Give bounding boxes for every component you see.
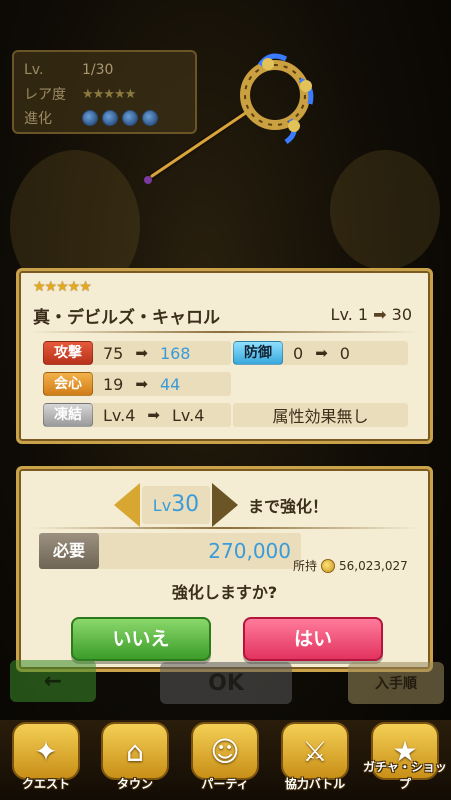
item-name: 真・デビルズ・キャロル [33,308,220,328]
nav-town-label: タウン [116,777,153,791]
party-icon: ☺ [191,722,259,780]
item-level-to: 30 [391,305,412,324]
nav-quest[interactable]: ✦ クエスト [4,722,88,798]
stat-defense-from: 0 [293,343,304,363]
attribute-effect-text: 属性効果無し [272,407,369,426]
stat-label-critical: 会心 [43,372,93,396]
nav-quest-label: クエスト [21,777,70,791]
arrow-right-icon: ➡ [315,344,328,362]
nav-coop-battle-label: 協力バトル [284,777,346,791]
stat-label-defense: 防御 [233,341,283,365]
nav-town[interactable]: ⌂ タウン [93,722,177,798]
evolution-orb-icon [122,110,138,126]
nav-coop-battle[interactable]: ⚔ 協力バトル [273,722,357,798]
item-level-change: Lv. 1 ➡ 30 [331,305,412,324]
target-level-prefix: Lv [152,496,172,515]
background-pillar [330,150,440,270]
stat-defense-to: 0 [339,343,350,363]
stat-defense: 防御 0 ➡ 0 [233,341,408,365]
item-level-from: Lv. 1 [330,305,369,324]
target-level-selector: Lv30 まで強化！ [114,483,328,527]
back-button: ← [10,660,96,702]
nav-party[interactable]: ☺ パーティ [183,722,267,798]
stat-critical-from: 19 [103,374,124,394]
enhance-until-text: まで強化！ [248,497,329,516]
stat-attack-to: 168 [159,343,191,363]
ok-button: OK [160,662,292,704]
arrow-right-icon: ➡ [135,344,148,362]
stat-label-freeze: 凍結 [43,403,93,427]
weapon-staff-image [144,53,314,184]
no-button[interactable]: いいえ [71,617,211,661]
required-label: 必要 [39,533,99,569]
yes-button[interactable]: はい [243,617,383,661]
item-detail-dialog: ★★★★★ 真・デビルズ・キャロル Lv. 1 ➡ 30 攻撃 75 ➡ 168… [16,268,433,444]
stat-freeze: 凍結 Lv.4 ➡ Lv.4 [43,403,231,427]
arrow-right-icon: ➡ [373,305,387,324]
town-icon: ⌂ [101,722,169,780]
stat-attack-from: 75 [103,343,124,363]
level-label: Lv. [24,62,44,78]
level-value: 1/30 [82,62,114,78]
enhance-dialog: Lv30 まで強化！ 必要 270,000 所持 56,023,027 強化しま… [16,466,433,672]
stat-critical-to: 44 [159,374,181,394]
bottom-nav: ✦ クエスト ⌂ タウン ☺ パーティ ⚔ 協力バトル ★ ガチャ・ショップ [0,720,451,800]
rarity-stars: ★★★★★ [82,86,136,102]
stat-freeze-from: Lv.4 [103,405,136,425]
rarity-label: レア度 [24,87,66,103]
target-level-box: Lv30 [142,486,210,524]
coop-battle-icon: ⚔ [281,722,349,780]
divider [31,527,418,529]
stat-label-attack: 攻撃 [43,341,93,365]
attribute-effect: 属性効果無し [233,403,408,427]
required-value: 270,000 [208,539,291,563]
divider [31,331,418,333]
owned-label: 所持 [293,559,318,573]
nav-gacha-shop-label: ガチャ・ショップ [363,760,447,791]
arrow-right-icon: ➡ [135,375,148,393]
evolution-orb-icon [102,110,118,126]
level-increase-arrow-icon[interactable] [212,483,238,527]
confirm-question: 強化しますか? [171,583,278,602]
target-level-value: 30 [171,492,200,517]
level-decrease-arrow-icon[interactable] [114,483,140,527]
evolution-orb-icon [82,110,98,126]
nav-party-label: パーティ [201,777,249,791]
stat-attack: 攻撃 75 ➡ 168 [43,341,231,365]
sort-order-button: 入手順 [348,662,444,704]
item-rarity-stars: ★★★★★ [33,279,92,295]
owned-value: 56,023,027 [339,558,408,573]
nav-gacha-shop[interactable]: ★ ガチャ・ショップ [363,722,447,798]
required-cost: 必要 270,000 [39,533,301,569]
stat-critical: 会心 19 ➡ 44 [43,372,231,396]
gold-coin-icon [321,558,336,573]
owned-gold: 所持 56,023,027 [293,557,408,574]
quest-map-icon: ✦ [12,722,80,780]
evolution-label: 進化 [24,111,52,127]
arrow-right-icon: ➡ [147,406,160,424]
stat-freeze-to: Lv.4 [171,405,205,425]
